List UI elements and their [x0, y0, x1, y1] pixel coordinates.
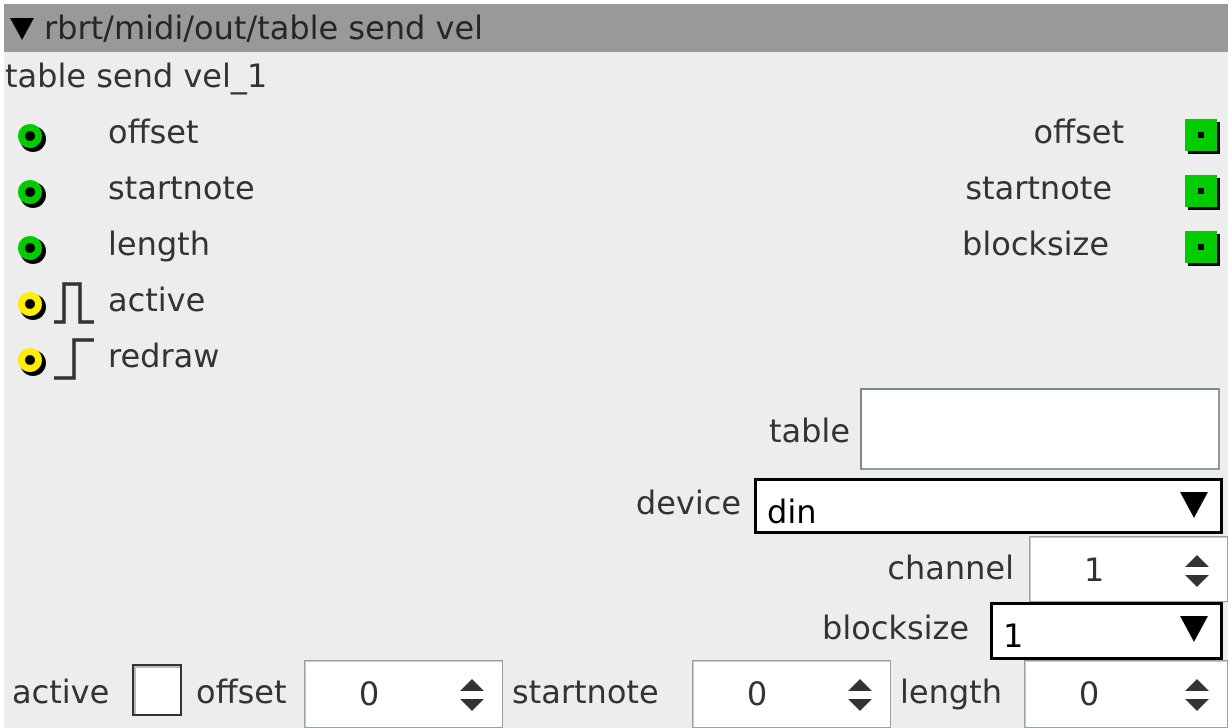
device-selected-value: din [767, 493, 817, 531]
inlet-label-length: length [108, 225, 210, 263]
offset-param-label: offset [196, 673, 287, 711]
offset-value: 0 [358, 675, 380, 713]
trigger-signal-icon [54, 338, 94, 380]
outlet-offset-port-icon[interactable] [1182, 116, 1222, 156]
dropdown-arrow-icon [1180, 492, 1208, 518]
inlet-label-redraw: redraw [108, 337, 220, 375]
dropdown-arrow-icon [1180, 616, 1208, 642]
object-title-bar[interactable]: rbrt/midi/out/table send vel [4, 4, 1228, 52]
outlet-label-offset: offset [1033, 113, 1124, 151]
startnote-value: 0 [746, 675, 768, 713]
device-attribute-label: device [635, 484, 741, 522]
inlet-active-port-icon[interactable] [11, 284, 51, 324]
startnote-spinner[interactable]: 0 [692, 660, 891, 728]
inlet-length-port-icon[interactable] [11, 228, 51, 268]
active-checkbox[interactable] [132, 664, 182, 716]
spinner-arrows-icon[interactable] [846, 675, 874, 715]
spinner-arrows-icon[interactable] [1183, 551, 1211, 591]
active-param-label: active [12, 673, 110, 711]
inlet-label-offset: offset [108, 113, 199, 151]
outlet-label-startnote: startnote [965, 169, 1112, 207]
channel-spinner[interactable]: 1 [1029, 536, 1228, 602]
inlet-label-active: active [108, 281, 206, 319]
length-spinner[interactable]: 0 [1024, 660, 1228, 728]
spinner-arrows-icon[interactable] [1183, 675, 1211, 715]
pulse-signal-icon [54, 282, 94, 324]
inlet-label-startnote: startnote [108, 169, 255, 207]
channel-attribute-label: channel [887, 549, 1014, 587]
inlet-startnote-port-icon[interactable] [11, 172, 51, 212]
object-panel: rbrt/midi/out/table send vel table send … [4, 4, 1228, 728]
table-attribute-label: table [768, 412, 850, 450]
channel-value: 1 [1083, 551, 1105, 589]
inlet-offset-port-icon[interactable] [11, 116, 51, 156]
blocksize-select[interactable]: 1 [990, 602, 1223, 660]
outlet-label-blocksize: blocksize [962, 225, 1109, 263]
offset-spinner[interactable]: 0 [304, 660, 503, 728]
table-name-input[interactable] [860, 388, 1220, 470]
object-type-title: rbrt/midi/out/table send vel [44, 9, 484, 47]
length-value: 0 [1078, 675, 1100, 713]
device-select[interactable]: din [754, 478, 1223, 534]
spinner-arrows-icon[interactable] [458, 675, 486, 715]
blocksize-attribute-label: blocksize [822, 609, 969, 647]
length-param-label: length [900, 673, 1002, 711]
startnote-param-label: startnote [512, 673, 659, 711]
collapse-triangle-icon[interactable] [10, 18, 34, 40]
instance-name[interactable]: table send vel_1 [5, 56, 267, 96]
outlet-blocksize-port-icon[interactable] [1182, 228, 1222, 268]
blocksize-selected-value: 1 [1003, 617, 1024, 655]
inlet-redraw-port-icon[interactable] [11, 340, 51, 380]
outlet-startnote-port-icon[interactable] [1182, 172, 1222, 212]
